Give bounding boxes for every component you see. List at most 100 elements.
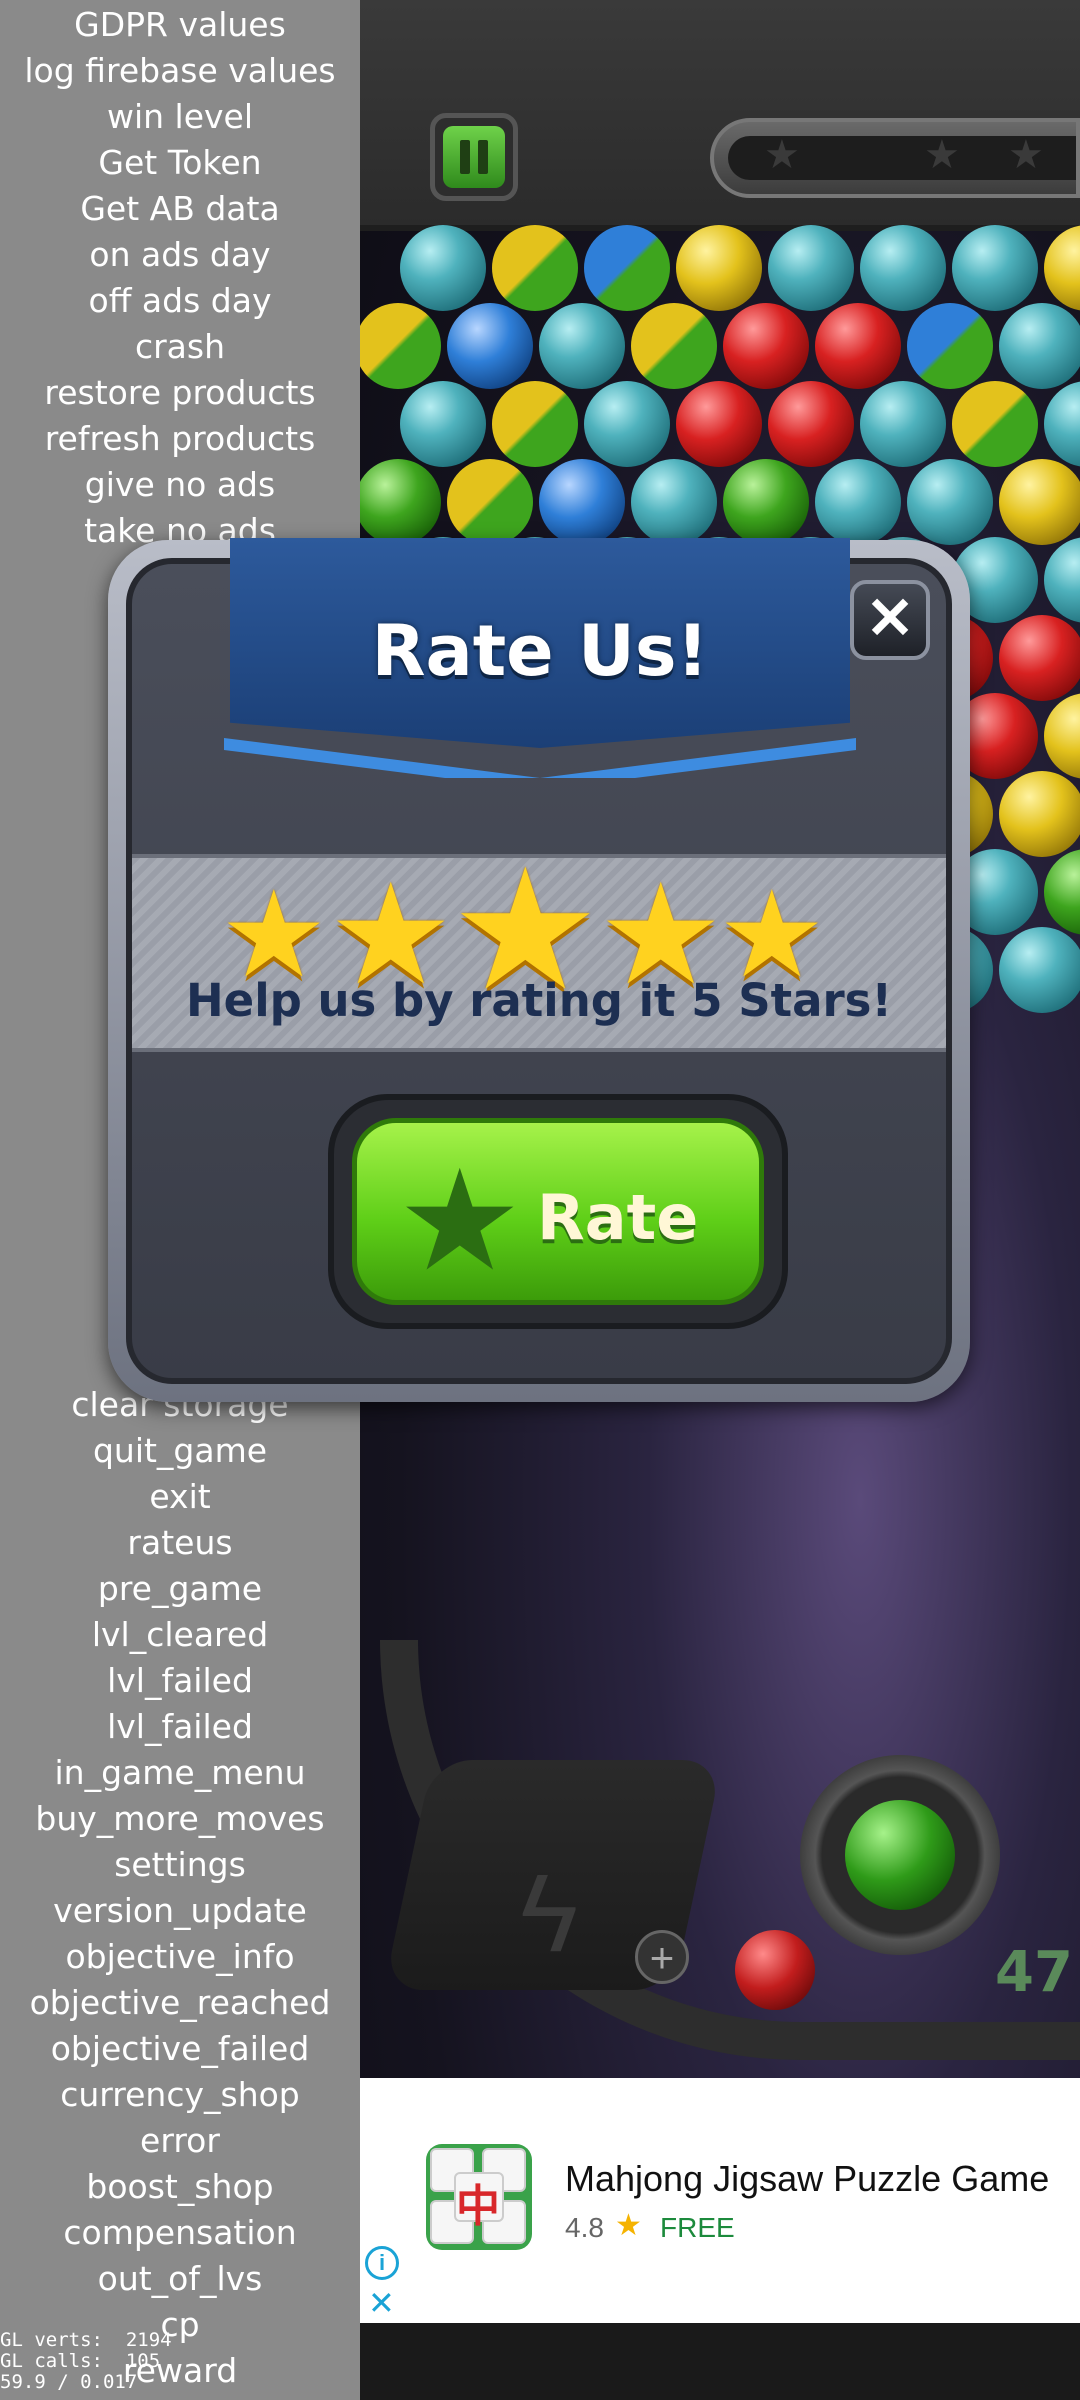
bubble (631, 303, 717, 389)
bubble (492, 381, 578, 467)
ad-close-icon[interactable]: ✕ (368, 2284, 395, 2322)
debug-menu-item[interactable]: currency_shop (0, 2072, 360, 2118)
bubble (492, 225, 578, 311)
rate-button-face[interactable]: ★ Rate (352, 1118, 764, 1305)
bubble (1044, 693, 1080, 779)
debug-menu-item[interactable]: lvl_cleared (0, 1612, 360, 1658)
bubble (815, 303, 901, 389)
bubble (1044, 381, 1080, 467)
close-button[interactable]: ✕ (850, 580, 930, 660)
debug-menu-item[interactable]: lvl_failed (0, 1704, 360, 1750)
bubble (999, 927, 1080, 1013)
bubble (952, 225, 1038, 311)
title-banner: Rate Us! (224, 538, 856, 788)
bubble (360, 303, 441, 389)
debug-menu-item[interactable]: boost_shop (0, 2164, 360, 2210)
bubble (952, 381, 1038, 467)
bubble (860, 225, 946, 311)
bubble (768, 381, 854, 467)
bubble (999, 615, 1080, 701)
debug-menu-item[interactable]: crash (0, 324, 360, 370)
bubble (400, 381, 486, 467)
add-boost-button[interactable]: + (635, 1930, 689, 1984)
star-progress-bar: ★ ★ ★ (710, 118, 1080, 198)
dialog-subtitle: Help us by rating it 5 Stars! (186, 974, 892, 1027)
bubble (999, 459, 1080, 545)
rating-star-icon: ★ (615, 2209, 642, 2242)
pause-icon (443, 126, 505, 188)
debug-menu-item[interactable]: quit_game (0, 1428, 360, 1474)
gl-stats-overlay: GL verts: 2194 GL calls: 105 59.9 / 0.017 (0, 2330, 172, 2393)
debug-menu-item[interactable]: off ads day (0, 278, 360, 324)
debug-menu-item[interactable]: GDPR values (0, 2, 360, 48)
debug-menu-item[interactable]: exit (0, 1474, 360, 1520)
ad-price: FREE (660, 2212, 735, 2243)
debug-menu-item[interactable]: lvl_failed (0, 1658, 360, 1704)
debug-menu-item[interactable]: restore products (0, 370, 360, 416)
bubble (400, 225, 486, 311)
next-bubble[interactable] (735, 1930, 815, 2010)
bubble (1044, 849, 1080, 935)
top-bar: ★ ★ ★ (360, 0, 1080, 231)
bubble (676, 381, 762, 467)
rate-us-dialog: ★ ★ ★ ★ ★ Help us by rating it 5 Stars! … (108, 538, 970, 1402)
debug-menu-item[interactable]: rateus (0, 1520, 360, 1566)
debug-menu-item[interactable]: settings (0, 1842, 360, 1888)
bubble (768, 225, 854, 311)
bottom-strip (360, 2323, 1080, 2400)
rate-button-label: Rate (537, 1181, 699, 1254)
bubble (860, 381, 946, 467)
ad-title[interactable]: Mahjong Jigsaw Puzzle Game (565, 2158, 1049, 2200)
debug-menu-item[interactable]: objective_failed (0, 2026, 360, 2072)
bubble (447, 303, 533, 389)
debug-menu-item[interactable]: Get Token (0, 140, 360, 186)
progress-star-icon: ★ (1008, 133, 1044, 177)
bubble (907, 459, 993, 545)
bubble (999, 771, 1080, 857)
current-bubble[interactable] (845, 1800, 955, 1910)
ad-info-icon[interactable]: i (365, 2246, 399, 2280)
debug-menu-item[interactable]: pre_game (0, 1566, 360, 1612)
debug-menu-item[interactable]: in_game_menu (0, 1750, 360, 1796)
debug-menu-item[interactable]: on ads day (0, 232, 360, 278)
bubble (907, 303, 993, 389)
bubble (723, 303, 809, 389)
shooter-area: ϟ + 47 (360, 1640, 1080, 2078)
bubble (723, 459, 809, 545)
debug-menu-item[interactable]: buy_more_moves (0, 1796, 360, 1842)
star-icon: ★ (397, 1142, 523, 1299)
debug-menu-item[interactable]: version_update (0, 1888, 360, 1934)
debug-menu-item[interactable]: error (0, 2118, 360, 2164)
debug-menu-item[interactable]: log firebase values (0, 48, 360, 94)
debug-menu-item[interactable]: out_of_lvs (0, 2256, 360, 2302)
dialog-title: Rate Us! (371, 610, 709, 692)
bubble (999, 303, 1080, 389)
debug-menu-item[interactable]: refresh products (0, 416, 360, 462)
bubble (447, 459, 533, 545)
ad-banner[interactable]: 中 Mahjong Jigsaw Puzzle Game 4.8 ★ FREE … (360, 2078, 1080, 2323)
debug-menu-item[interactable]: objective_info (0, 1934, 360, 1980)
debug-menu-item[interactable]: compensation (0, 2210, 360, 2256)
pause-button[interactable] (430, 113, 518, 201)
bubble (584, 381, 670, 467)
rate-button[interactable]: ★ Rate (328, 1094, 788, 1329)
bubble (539, 459, 625, 545)
progress-star-icon: ★ (924, 133, 960, 177)
star-track: ★ ★ ★ (728, 133, 1076, 180)
bubble (360, 459, 441, 545)
debug-menu-item[interactable]: win level (0, 94, 360, 140)
gl-fps: 59.9 / 0.017 (0, 2371, 138, 2393)
progress-star-icon: ★ (764, 133, 800, 177)
bubble (584, 225, 670, 311)
debug-menu-item[interactable]: give no ads (0, 462, 360, 508)
debug-menu-item[interactable]: objective_reached (0, 1980, 360, 2026)
bubble (539, 303, 625, 389)
mahjong-app-icon[interactable]: 中 (426, 2144, 532, 2250)
ad-rating: 4.8 (565, 2212, 604, 2243)
debug-menu-item[interactable]: Get AB data (0, 186, 360, 232)
bubble (815, 459, 901, 545)
bubble (631, 459, 717, 545)
bubble (1044, 225, 1080, 311)
lightning-bolt-icon: ϟ (520, 1852, 579, 1975)
moves-counter: 47 (995, 1940, 1073, 2005)
